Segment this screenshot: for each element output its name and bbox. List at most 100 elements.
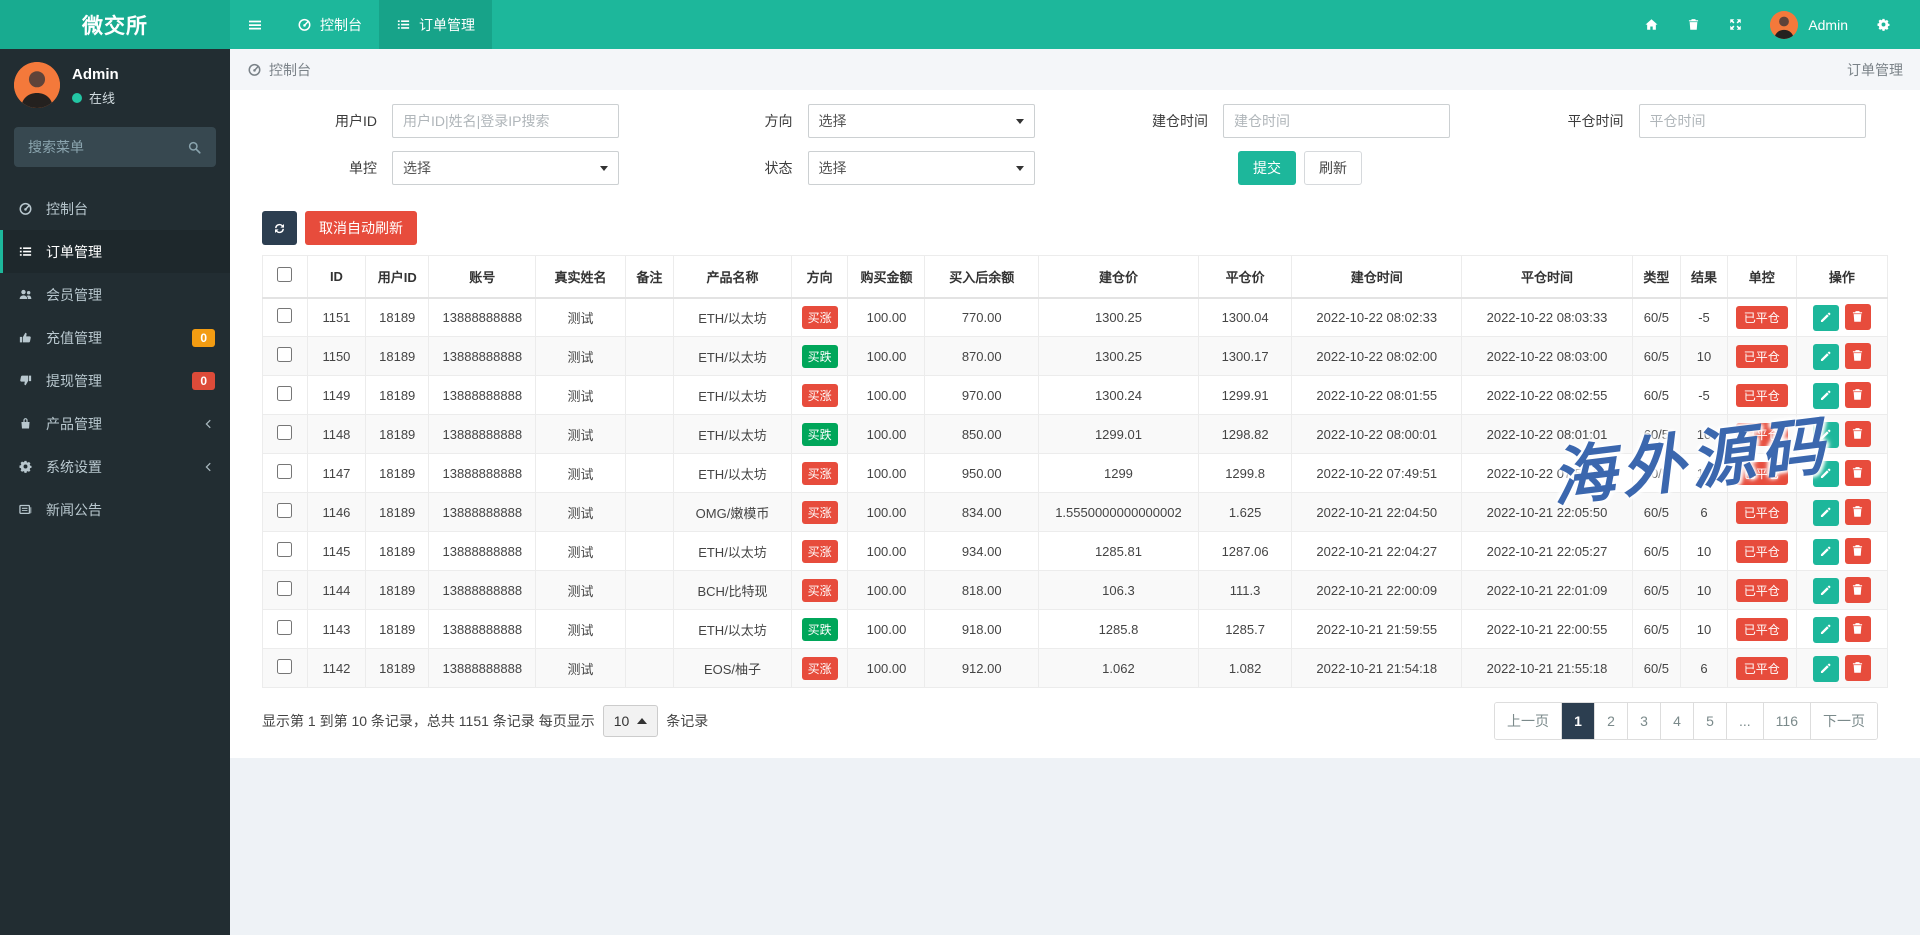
cell-select [263,298,308,337]
status-select[interactable]: 选择 [808,151,1035,185]
delete-button[interactable] [1845,421,1871,447]
page-item-3[interactable]: 3 [1627,703,1660,739]
table-row: 11471818913888888888测试ETH/以太坊买涨100.00950… [263,454,1888,493]
page-item-...[interactable]: ... [1726,703,1763,739]
control-select[interactable]: 选择 [392,151,619,185]
user-id-input[interactable] [392,104,619,138]
row-checkbox[interactable] [277,386,292,401]
search-icon [187,140,202,155]
cell-real-name: 测试 [536,454,625,493]
page-item-5[interactable]: 5 [1693,703,1726,739]
column-header: 建仓时间 [1292,256,1462,298]
select-all-checkbox[interactable] [277,267,292,282]
delete-button[interactable] [1845,343,1871,369]
cell-account: 13888888888 [429,493,536,532]
cell-control: 已平仓 [1727,376,1796,415]
cell-account: 13888888888 [429,337,536,376]
page-item-2[interactable]: 2 [1594,703,1627,739]
cell-id: 1143 [307,610,366,649]
cell-open-time: 2022-10-22 08:02:00 [1292,337,1462,376]
row-checkbox[interactable] [277,620,292,635]
row-checkbox[interactable] [277,425,292,440]
cell-real-name: 测试 [536,493,625,532]
edit-button[interactable] [1813,461,1839,487]
sidebar-item-4[interactable]: 提现管理0 [0,359,230,402]
edit-button[interactable] [1813,617,1839,643]
row-checkbox[interactable] [277,308,292,323]
edit-button[interactable] [1813,578,1839,604]
submit-button[interactable]: 提交 [1238,151,1296,185]
row-checkbox[interactable] [277,542,292,557]
select-all-header [263,256,308,298]
cell-direction: 买涨 [791,649,848,688]
table-row: 11451818913888888888测试ETH/以太坊买涨100.00934… [263,532,1888,571]
cell-remark [625,532,674,571]
cell-actions [1796,454,1887,493]
row-checkbox[interactable] [277,347,292,362]
delete-button[interactable] [1845,655,1871,681]
direction-select[interactable]: 选择 [808,104,1035,138]
delete-button[interactable] [1845,460,1871,486]
open-time-input[interactable] [1223,104,1450,138]
edit-button[interactable] [1813,656,1839,682]
sidebar-item-2[interactable]: 会员管理 [0,273,230,316]
row-checkbox[interactable] [277,464,292,479]
fullscreen-button[interactable] [1714,17,1756,32]
table-row: 11481818913888888888测试ETH/以太坊买跌100.00850… [263,415,1888,454]
cancel-auto-refresh-button[interactable]: 取消自动刷新 [305,211,417,245]
cell-real-name: 测试 [536,376,625,415]
sidebar-item-3[interactable]: 充值管理0 [0,316,230,359]
refresh-button[interactable]: 刷新 [1304,151,1362,185]
edit-button[interactable] [1813,344,1839,370]
cell-result: 10 [1681,415,1728,454]
home-button[interactable] [1630,17,1672,32]
brand-logo[interactable]: 微交所 [0,0,230,49]
cell-open-price: 1300.24 [1038,376,1198,415]
direction-badge: 买涨 [802,579,838,602]
delete-button[interactable] [1845,616,1871,642]
page-item-上一页[interactable]: 上一页 [1495,703,1561,739]
user-menu[interactable]: Admin [1756,11,1862,39]
delete-button[interactable] [1845,577,1871,603]
delete-button[interactable] [1845,538,1871,564]
delete-button[interactable] [1845,304,1871,330]
cell-real-name: 测试 [536,415,625,454]
edit-button[interactable] [1813,500,1839,526]
sidebar-item-0[interactable]: 控制台 [0,187,230,230]
sidebar-item-7[interactable]: 新闻公告 [0,488,230,531]
cell-user-id: 18189 [366,415,429,454]
cell-real-name: 测试 [536,337,625,376]
sidebar-item-6[interactable]: 系统设置 [0,445,230,488]
cell-id: 1142 [307,649,366,688]
close-time-input[interactable] [1639,104,1866,138]
edit-button[interactable] [1813,422,1839,448]
row-checkbox[interactable] [277,581,292,596]
sidebar-item-5[interactable]: 产品管理 [0,402,230,445]
cell-actions [1796,415,1887,454]
search-input[interactable] [28,139,178,155]
delete-button[interactable] [1845,382,1871,408]
reload-table-button[interactable] [262,211,297,245]
page-item-1[interactable]: 1 [1561,703,1594,739]
sidebar-item-1[interactable]: 订单管理 [0,230,230,273]
edit-button[interactable] [1813,383,1839,409]
settings-button[interactable] [1862,17,1904,32]
search-button[interactable] [178,131,210,163]
cell-product: BCH/比特现 [674,571,792,610]
breadcrumb[interactable]: 控制台 [247,60,311,80]
page-item-4[interactable]: 4 [1660,703,1693,739]
per-page-select[interactable]: 10 [603,705,659,737]
edit-button[interactable] [1813,539,1839,565]
delete-button[interactable] [1845,499,1871,525]
closed-position-badge: 已平仓 [1736,423,1788,446]
clear-cache-button[interactable] [1672,17,1714,32]
row-checkbox[interactable] [277,659,292,674]
edit-button[interactable] [1813,305,1839,331]
sidebar-toggle-button[interactable] [230,0,280,49]
row-checkbox[interactable] [277,503,292,518]
page-item-116[interactable]: 116 [1763,703,1810,739]
page-item-下一页[interactable]: 下一页 [1810,703,1877,739]
content-header: 控制台 订单管理 [230,49,1920,90]
tab-orders[interactable]: 订单管理 [379,0,492,49]
tab-console[interactable]: 控制台 [280,0,379,49]
